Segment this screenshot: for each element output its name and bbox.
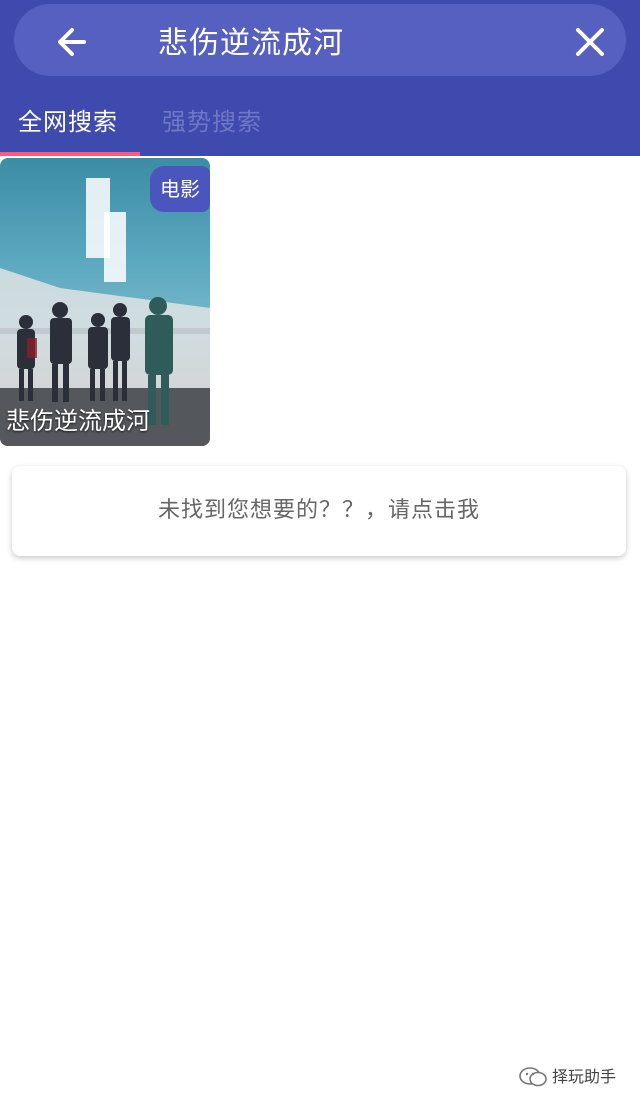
wechat-icon [519,1067,547,1087]
search-input[interactable]: 悲伤逆流成河 [158,24,344,64]
app-header: 悲伤逆流成河 全网搜索 强势搜索 [0,0,640,156]
result-card[interactable]: 电影 [0,158,210,446]
tab-all-web-search[interactable]: 全网搜索 [18,106,118,138]
media-type-badge: 电影 [150,166,210,212]
watermark: 择玩助手 [518,1062,628,1092]
clear-search-button[interactable] [566,18,614,66]
search-bar[interactable]: 悲伤逆流成河 [14,4,626,76]
not-found-feedback-button[interactable]: 未找到您想要的？？，请点击我 [12,466,626,556]
back-button[interactable] [44,14,100,70]
watermark-text: 择玩助手 [552,1067,617,1086]
tab-strong-search[interactable]: 强势搜索 [162,106,262,138]
not-found-label: 未找到您想要的？？，请点击我 [157,498,480,523]
active-tab-indicator [0,152,140,156]
close-icon [576,28,604,56]
result-title: 悲伤逆流成河 [6,407,150,435]
arrow-left-icon [58,28,86,56]
